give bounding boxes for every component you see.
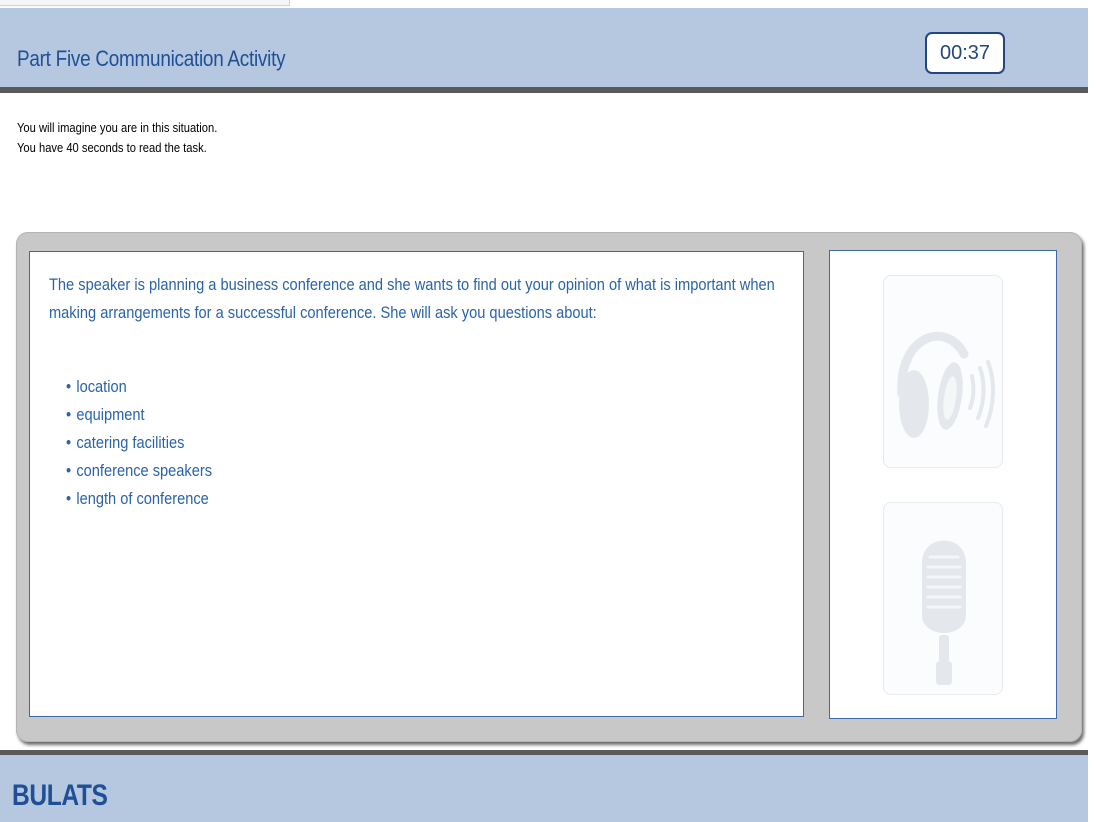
right-edge (1088, 0, 1096, 822)
audio-controls-panel (829, 250, 1057, 719)
instructions: You will imagine you are in this situati… (17, 118, 217, 158)
countdown-timer: 00:37 (925, 32, 1005, 74)
brand-logo: BULATS (12, 779, 108, 812)
topic-label: length of conference (76, 489, 209, 508)
topic-label: catering facilities (76, 433, 185, 452)
list-item: • location (66, 377, 127, 396)
task-box: The speaker is planning a business confe… (29, 251, 804, 717)
footer-bar: BULATS (0, 750, 1088, 822)
task-description: The speaker is planning a business confe… (49, 275, 775, 322)
topic-label: equipment (76, 405, 145, 424)
microphone-icon (922, 540, 966, 685)
listen-indicator (883, 275, 1003, 468)
top-strip (0, 0, 1096, 8)
header-bar: Part Five Communication Activity 00:37 (0, 8, 1088, 93)
list-item: • equipment (66, 405, 145, 424)
topic-list: • location • equipment • catering facilitie… (66, 373, 212, 513)
browser-tab-edge (0, 0, 290, 6)
list-item: • conference speakers (66, 461, 213, 480)
speak-indicator (883, 502, 1003, 695)
instruction-line-2: You have 40 seconds to read the task. (17, 140, 207, 155)
page-title: Part Five Communication Activity (17, 46, 286, 71)
topic-label: conference speakers (76, 461, 213, 480)
list-item: • length of conference (66, 489, 209, 508)
topic-label: location (76, 377, 127, 396)
headphones-icon (897, 332, 996, 438)
instruction-line-1: You will imagine you are in this situati… (17, 120, 218, 135)
list-item: • catering facilities (66, 433, 185, 452)
